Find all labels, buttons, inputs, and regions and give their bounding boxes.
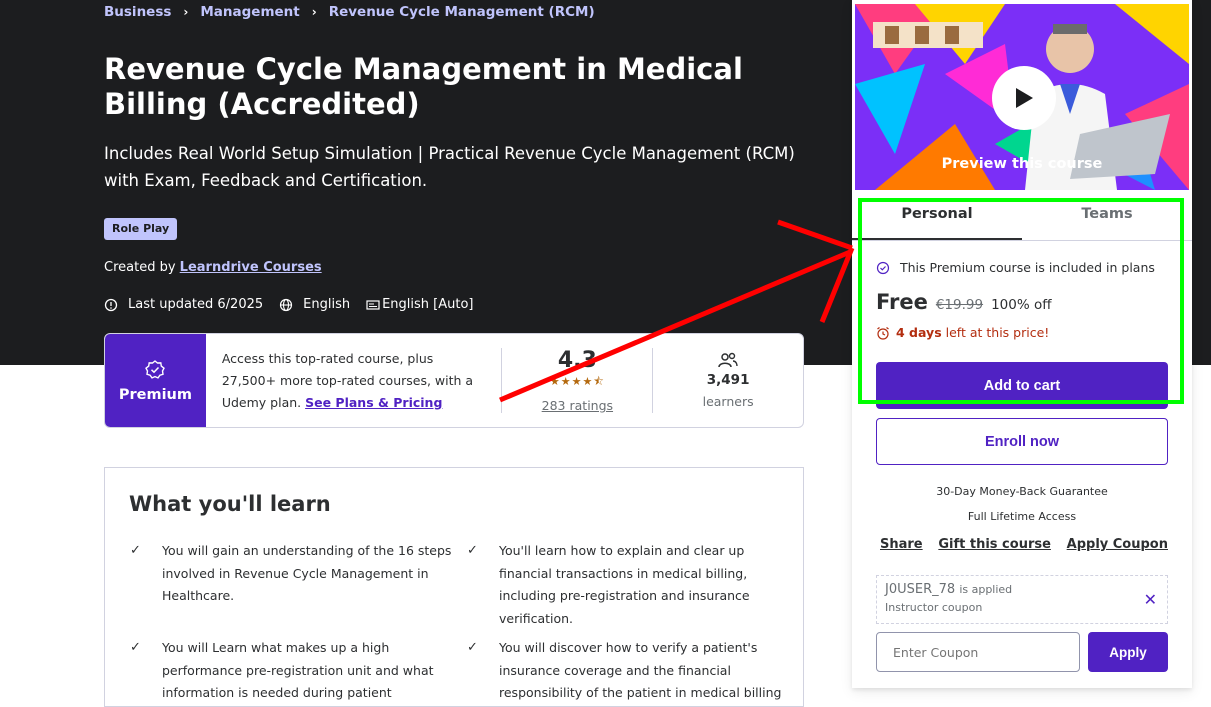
premium-badge-icon xyxy=(145,359,166,379)
language: English xyxy=(303,297,351,312)
learn-item: ✓ You will gain an understanding of the … xyxy=(130,540,452,608)
check-icon: ✓ xyxy=(467,640,478,655)
chevron-right-icon: › xyxy=(311,5,317,19)
lifetime-access: Full Lifetime Access xyxy=(967,510,1077,523)
created-by-label: Created by xyxy=(104,260,176,275)
timer-days: 4 days xyxy=(896,325,942,340)
ratings-count-link[interactable]: 283 ratings xyxy=(542,398,613,413)
breadcrumb: Business › Management › Revenue Cycle Ma… xyxy=(104,4,595,20)
course-title: Revenue Cycle Management in Medical Bill… xyxy=(104,52,743,121)
add-to-cart-button[interactable]: Add to cart xyxy=(876,362,1168,409)
author-link[interactable]: Learndrive Courses xyxy=(180,260,322,275)
course-meta: Last updated 6/2025 English English [Aut… xyxy=(104,297,490,312)
captions-icon xyxy=(366,299,380,310)
users-icon xyxy=(718,352,738,368)
learners-label: learners xyxy=(702,394,754,409)
check-icon: ✓ xyxy=(130,640,141,655)
role-play-badge: Role Play xyxy=(104,218,178,240)
check-icon: ✓ xyxy=(130,543,141,558)
price-timer: 4 days left at this price! xyxy=(876,325,1049,340)
chevron-right-icon: › xyxy=(183,5,189,19)
course-subtitle: Includes Real World Setup Simulation | P… xyxy=(104,144,795,190)
current-price: Free xyxy=(876,290,928,314)
discount-percent: 100% off xyxy=(991,297,1052,313)
last-updated: Last updated 6/2025 xyxy=(128,297,264,312)
learn-item-text: You will Learn what makes up a high perf… xyxy=(162,640,434,700)
apply-coupon-button[interactable]: Apply xyxy=(1088,632,1168,672)
see-plans-link[interactable]: See Plans & Pricing xyxy=(305,395,442,410)
premium-description: Access this top-rated course, plus 27,50… xyxy=(206,334,502,427)
coupon-code: J0USER_78 xyxy=(885,582,956,597)
learn-item: ✓ You will discover how to verify a pati… xyxy=(467,637,789,705)
learn-item: ✓ You will Learn what makes up a high pe… xyxy=(130,637,452,705)
breadcrumb-management[interactable]: Management xyxy=(200,4,299,20)
plan-note-text: This Premium course is included in plans xyxy=(900,260,1155,275)
learn-item-text: You will gain an understanding of the 16… xyxy=(162,543,452,603)
coupon-type: Instructor coupon xyxy=(885,601,983,614)
alarm-clock-icon xyxy=(877,326,889,340)
purchase-sidebar: Preview this course Personal Teams This … xyxy=(852,0,1192,688)
rating-stat: 4.3 ★★★★⯪ 283 ratings xyxy=(502,334,652,427)
alert-badge-icon xyxy=(104,298,118,311)
breadcrumb-business[interactable]: Business xyxy=(104,4,171,20)
rating-value: 4.3 xyxy=(557,348,597,373)
captions: English [Auto] xyxy=(382,297,474,312)
share-link[interactable]: Share xyxy=(880,537,923,552)
learn-title: What you'll learn xyxy=(129,492,331,516)
premium-check-icon xyxy=(876,261,890,274)
price-row: Free €19.99 100% off xyxy=(876,290,1052,314)
premium-panel: Premium xyxy=(105,334,206,427)
play-button[interactable] xyxy=(992,66,1056,130)
premium-box: Premium Access this top-rated course, pl… xyxy=(104,333,804,428)
what-you-learn-box: What you'll learn ✓ You will gain an und… xyxy=(104,467,804,707)
gift-course-link[interactable]: Gift this course xyxy=(938,537,1051,552)
learn-item-text: You will discover how to verify a patien… xyxy=(499,640,782,700)
learn-item: ✓ You'll learn how to explain and clear … xyxy=(467,540,789,630)
money-back-guarantee: 30-Day Money-Back Guarantee xyxy=(936,485,1108,498)
learn-item-text: You'll learn how to explain and clear up… xyxy=(499,543,750,626)
plan-tabs: Personal Teams xyxy=(852,197,1192,241)
check-icon: ✓ xyxy=(467,543,478,558)
sidebar-links: Share Gift this course Apply Coupon xyxy=(880,537,1168,552)
enroll-now-button[interactable]: Enroll now xyxy=(876,418,1168,465)
apply-coupon-link[interactable]: Apply Coupon xyxy=(1067,537,1168,552)
course-preview[interactable]: Preview this course xyxy=(855,4,1189,190)
close-icon[interactable]: ✕ xyxy=(1144,590,1157,609)
breadcrumb-rcm[interactable]: Revenue Cycle Management (RCM) xyxy=(329,4,595,20)
play-icon xyxy=(1016,88,1033,108)
coupon-code-line: J0USER_78 is applied xyxy=(885,582,1159,597)
coupon-applied-text: is applied xyxy=(959,583,1013,596)
premium-label: Premium xyxy=(118,386,192,403)
applied-coupon: J0USER_78 is applied Instructor coupon ✕ xyxy=(876,575,1168,624)
star-rating-icon: ★★★★⯪ xyxy=(549,375,605,388)
timer-text: left at this price! xyxy=(941,325,1050,340)
tab-teams[interactable]: Teams xyxy=(1022,197,1192,240)
original-price: €19.99 xyxy=(935,297,984,313)
learners-stat: 3,491 learners xyxy=(653,334,803,427)
created-by: Created by Learndrive Courses xyxy=(104,260,322,275)
plan-note: This Premium course is included in plans xyxy=(876,260,1155,275)
coupon-input[interactable] xyxy=(876,632,1080,672)
tab-personal[interactable]: Personal xyxy=(852,197,1022,240)
learners-count: 3,491 xyxy=(706,372,750,388)
preview-label: Preview this course xyxy=(941,156,1103,172)
globe-icon xyxy=(280,298,293,311)
